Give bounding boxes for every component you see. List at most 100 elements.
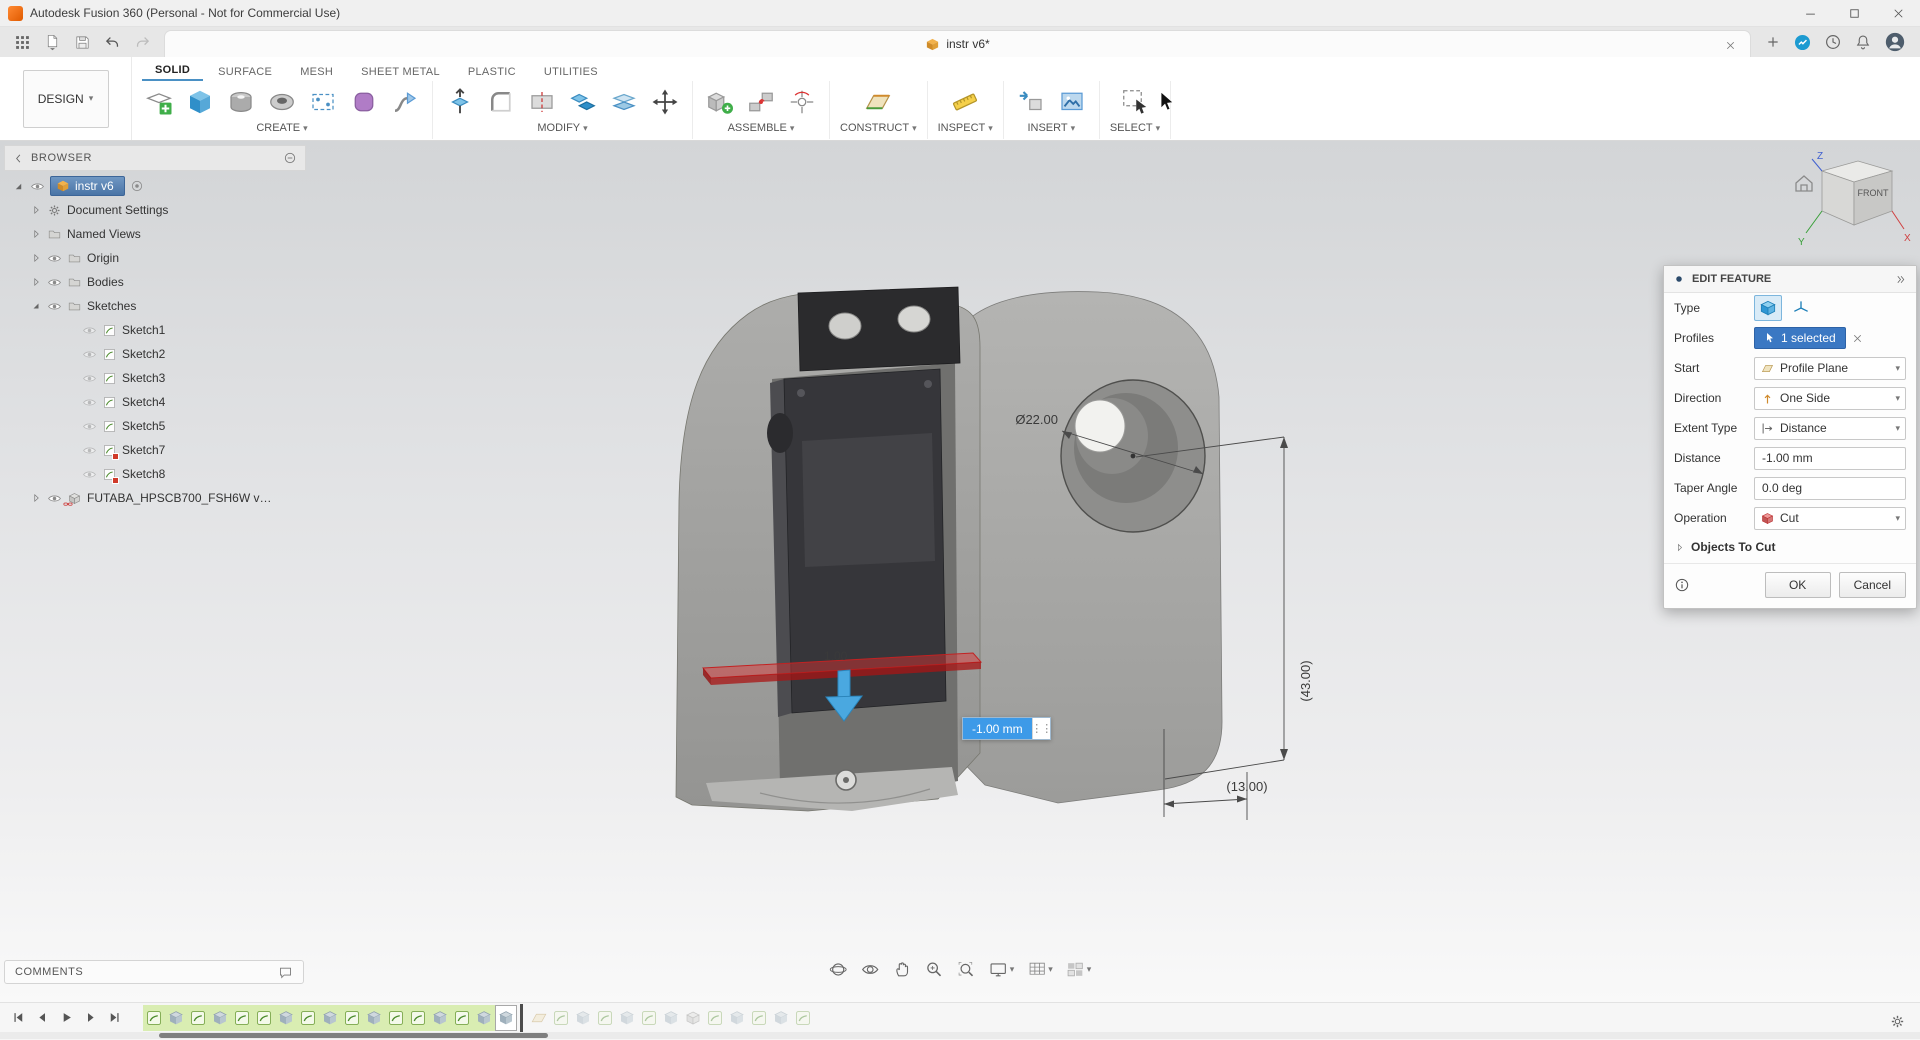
close-button[interactable] <box>1876 0 1920 27</box>
timeline-feature-sketch[interactable] <box>594 1005 616 1031</box>
measure-icon[interactable] <box>948 85 982 119</box>
zoom-icon[interactable] <box>921 956 948 982</box>
browser-item-bodies[interactable]: Bodies <box>4 270 306 294</box>
browser-sketch-sketch7[interactable]: Sketch7 <box>4 438 306 462</box>
timeline-feature-sketch[interactable] <box>792 1005 814 1031</box>
visibility-eye-icon[interactable] <box>47 299 62 314</box>
folder-icon[interactable] <box>67 251 82 266</box>
objects-to-cut-row[interactable]: Objects To Cut <box>1664 533 1916 561</box>
ribbon-tab-utilities[interactable]: UTILITIES <box>531 62 611 81</box>
visibility-eye-icon[interactable] <box>82 467 97 482</box>
sketch-icon[interactable] <box>102 443 119 460</box>
component-icon[interactable] <box>63 491 82 506</box>
pattern-icon[interactable] <box>306 85 340 119</box>
combine-icon[interactable] <box>566 85 600 119</box>
move-icon[interactable] <box>648 85 682 119</box>
browser-item-named-views[interactable]: Named Views <box>4 222 306 246</box>
ok-button[interactable]: OK <box>1764 572 1831 598</box>
timeline-feature-sketch[interactable] <box>143 1004 165 1031</box>
maximize-button[interactable] <box>1832 0 1876 27</box>
view-cube[interactable]: FRONT Z Y X <box>1792 149 1912 255</box>
orbit-icon[interactable] <box>825 956 852 982</box>
ribbon-tab-solid[interactable]: SOLID <box>142 60 204 81</box>
minimize-button[interactable] <box>1788 0 1832 27</box>
timeline-feature-extrude[interactable] <box>572 1005 594 1031</box>
undo-icon[interactable] <box>100 31 124 53</box>
collapse-caret-icon[interactable] <box>30 276 42 288</box>
revolve-icon[interactable] <box>224 85 258 119</box>
timeline-feature-sketch[interactable] <box>704 1005 726 1031</box>
group-label-construct[interactable]: CONSTRUCT ▾ <box>840 122 917 134</box>
collapse-all-icon[interactable] <box>283 151 297 165</box>
visibility-eye-icon[interactable] <box>82 347 97 362</box>
browser-item-linked-component[interactable]: FUTABA_HPSCB700_FSH6W v2 ... <box>4 486 306 510</box>
dialog-header[interactable]: EDIT FEATURE <box>1664 266 1916 293</box>
group-label-create[interactable]: CREATE ▾ <box>256 122 307 134</box>
timeline-feature-extrude[interactable] <box>275 1004 297 1031</box>
type-solid-button[interactable] <box>1754 295 1782 321</box>
timeline-feature-extrude[interactable] <box>429 1004 451 1031</box>
type-thin-button[interactable] <box>1787 295 1815 321</box>
timeline-feature-sketch[interactable] <box>550 1005 572 1031</box>
timeline-feature-sketch[interactable] <box>451 1004 473 1031</box>
canvas-icon[interactable] <box>1055 85 1089 119</box>
timeline-feature-extrude[interactable] <box>660 1005 682 1031</box>
through-hole[interactable] <box>1074 399 1126 453</box>
timeline-feature-component[interactable] <box>682 1005 704 1031</box>
comments-panel[interactable]: COMMENTS <box>4 960 304 984</box>
taper-angle-input[interactable]: 0.0 deg <box>1754 476 1906 500</box>
browser-root-row[interactable]: instr v6 <box>4 174 306 198</box>
timeline-feature-sketch[interactable] <box>341 1004 363 1031</box>
clear-selection-icon[interactable] <box>1851 332 1864 345</box>
timeline-feature-extrude[interactable] <box>616 1005 638 1031</box>
avatar-icon[interactable] <box>1884 31 1906 53</box>
sketch-icon[interactable] <box>102 323 117 338</box>
browser-item-sketches[interactable]: Sketches <box>4 294 306 318</box>
fillet-icon[interactable] <box>484 85 518 119</box>
timeline-feature-extrude[interactable] <box>363 1004 385 1031</box>
collapse-caret-icon[interactable] <box>30 228 42 240</box>
step-forward-button[interactable] <box>80 1007 101 1028</box>
redo-icon[interactable] <box>130 31 154 53</box>
timeline-feature-sketch[interactable] <box>407 1004 429 1031</box>
sketch-icon[interactable] <box>102 419 117 434</box>
select-icon[interactable] <box>1118 85 1152 119</box>
servo-clamp[interactable] <box>797 286 961 372</box>
viewports-icon[interactable]: ▾ <box>1062 956 1096 982</box>
folder-icon[interactable] <box>47 227 62 242</box>
timeline-feature-sketch[interactable] <box>297 1004 319 1031</box>
construct-plane-icon[interactable] <box>861 85 895 119</box>
timeline-feature-sketch[interactable] <box>231 1004 253 1031</box>
timeline-feature-extrude[interactable] <box>770 1005 792 1031</box>
distance-input[interactable]: -1.00 mm <box>1754 446 1906 470</box>
display-settings-icon[interactable]: ▾ <box>985 956 1019 982</box>
timeline-feature-extrude[interactable] <box>165 1004 187 1031</box>
grid-settings-icon[interactable]: ▾ <box>1023 956 1057 982</box>
expand-caret-icon[interactable] <box>30 300 42 312</box>
expand-dialog-icon[interactable] <box>1894 273 1907 286</box>
timeline-scroll-thumb[interactable] <box>159 1033 548 1038</box>
new-component-icon[interactable] <box>703 85 737 119</box>
file-menu-icon[interactable] <box>40 31 64 53</box>
hole-icon[interactable] <box>265 85 299 119</box>
joint-icon[interactable] <box>744 85 778 119</box>
workspace-switcher[interactable]: DESIGN ▾ <box>22 69 109 128</box>
model-viewport[interactable]: 1.00 Ø22.00 (43.00) (13.00) -1.00 mm ⋮⋮ … <box>0 141 1920 1002</box>
browser-header[interactable]: BROWSER <box>4 145 306 171</box>
visibility-eye-icon[interactable] <box>82 323 97 338</box>
sweep-icon[interactable] <box>388 85 422 119</box>
ribbon-tab-sheet-metal[interactable]: SHEET METAL <box>348 62 453 81</box>
create-sketch-icon[interactable] <box>142 85 176 119</box>
browser-sketch-sketch1[interactable]: Sketch1 <box>4 318 306 342</box>
offset-face-icon[interactable] <box>607 85 641 119</box>
info-icon[interactable] <box>1674 577 1690 593</box>
direction-select[interactable]: One Side ▾ <box>1754 386 1906 410</box>
timeline-feature-sketch[interactable] <box>748 1005 770 1031</box>
distance-inline-input[interactable]: -1.00 mm <box>963 718 1032 739</box>
profiles-selected-chip[interactable]: 1 selected <box>1754 327 1846 349</box>
sketch-icon[interactable] <box>102 371 117 386</box>
job-status-icon[interactable] <box>1793 33 1812 52</box>
timeline-playhead[interactable] <box>520 1003 523 1032</box>
gear-icon[interactable] <box>47 203 62 218</box>
browser-sketch-sketch4[interactable]: Sketch4 <box>4 390 306 414</box>
